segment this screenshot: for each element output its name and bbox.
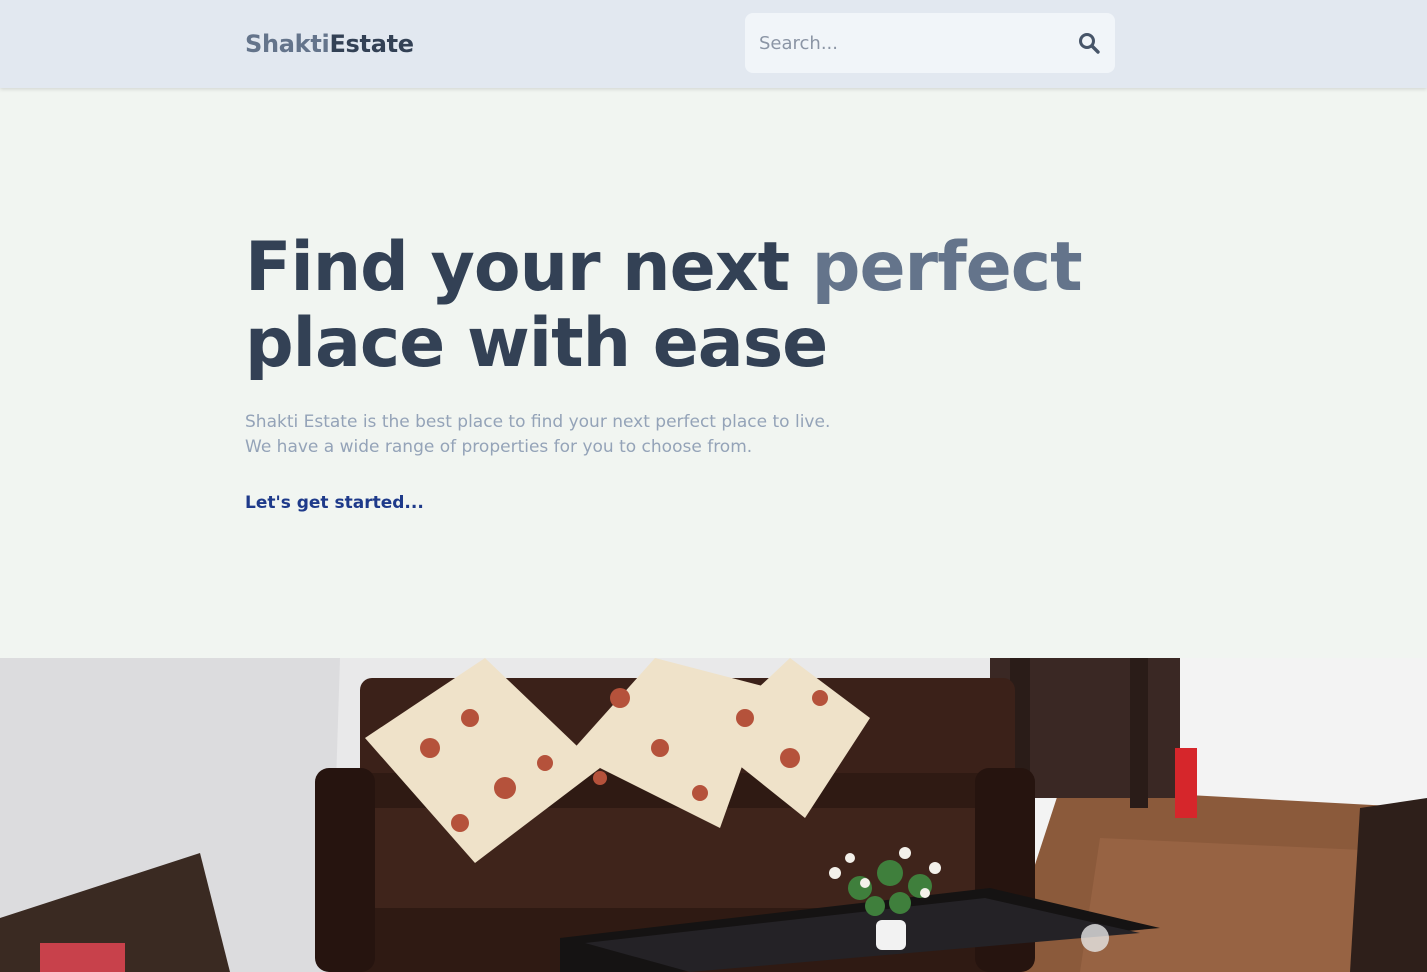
search-form <box>745 13 1115 73</box>
site-logo[interactable]: ShaktiEstate <box>245 30 414 58</box>
hero-description-line1: Shakti Estate is the best place to find … <box>245 412 831 432</box>
hero-title-accent: perfect <box>811 228 1083 307</box>
search-input[interactable] <box>759 13 1059 73</box>
hero-living-room-image <box>0 658 1427 972</box>
logo-part-shakti: Shakti <box>245 30 330 58</box>
hero-title-main: Find your next <box>245 228 812 307</box>
hero-title: Find your next perfect place with ease <box>245 228 1083 383</box>
hero-description-line2: We have a wide range of properties for y… <box>245 437 753 457</box>
hero-description: Shakti Estate is the best place to find … <box>245 410 830 460</box>
get-started-link[interactable]: Let's get started... <box>245 493 424 513</box>
logo-part-estate: Estate <box>329 30 414 58</box>
hero-title-line2: place with ease <box>245 304 828 383</box>
search-icon[interactable] <box>1077 31 1101 55</box>
top-navbar: ShaktiEstate <box>0 0 1427 88</box>
